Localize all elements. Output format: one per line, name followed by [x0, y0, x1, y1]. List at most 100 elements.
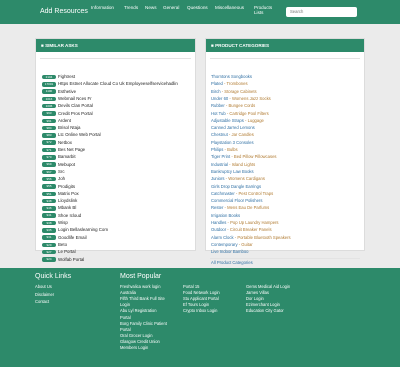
product-category-item[interactable]: Industrial - Island Lights: [211, 162, 255, 167]
product-category-item[interactable]: Hot Tub - Cartridge Pool Filters: [211, 111, 269, 116]
product-category-item[interactable]: Juniors - Womens Cardigans: [211, 176, 265, 181]
similar-ask-link[interactable]: Fightrest: [58, 74, 75, 80]
similar-ask-link[interactable]: Webmail Nces Fr: [58, 96, 92, 102]
popular-link[interactable]: Stu Applicant Portal: [183, 296, 219, 301]
category-name[interactable]: Juniors: [211, 176, 225, 181]
similar-ask-item[interactable]: 941 Shoe Icloud: [42, 213, 81, 219]
all-product-categories-link[interactable]: All Product Categories: [211, 260, 253, 265]
similar-ask-item[interactable]: 938 Wisp: [42, 220, 68, 226]
popular-link[interactable]: Freshvalica work login: [120, 284, 161, 289]
product-category-item[interactable]: Handles - Pop Up Laundry Hampers: [211, 220, 279, 225]
product-category-item[interactable]: Birch - Storage Cabinets: [211, 89, 257, 94]
footer-link-disclaimer[interactable]: Disclaimer: [35, 292, 54, 297]
category-name[interactable]: Live Indoor Bamboo: [211, 249, 248, 254]
category-name[interactable]: Bankruptcy Law Books: [211, 169, 254, 174]
category-subtype[interactable]: Womens Cardigans: [228, 176, 265, 181]
similar-ask-link[interactable]: Bamarbit: [58, 154, 76, 160]
popular-link[interactable]: Ef Tours Login: [183, 302, 209, 307]
category-name[interactable]: Outdoor: [211, 227, 226, 232]
similar-ask-item[interactable]: 956 Joh: [42, 176, 65, 182]
product-category-item[interactable]: Under 60 - Womens Jazz Socks: [211, 96, 271, 101]
product-category-item[interactable]: Irrigation Books: [211, 213, 240, 218]
similar-ask-link[interactable]: Beto: [58, 242, 67, 248]
category-subtype[interactable]: Mens Eau De Parfums: [227, 205, 269, 210]
similar-ask-item[interactable]: 931 Goodlife Email: [42, 235, 87, 241]
similar-ask-link[interactable]: Wolfab Portal: [58, 257, 84, 263]
category-name[interactable]: Hot Tub: [211, 111, 226, 116]
product-category-item[interactable]: Rubber - Bungee Cords: [211, 103, 255, 108]
similar-ask-item[interactable]: 2104 Fightrest: [42, 74, 75, 80]
similar-ask-item[interactable]: 927 Le Portal: [42, 249, 76, 255]
category-subtype[interactable]: Pop Up Laundry Hampers: [230, 220, 278, 225]
similar-ask-link[interactable]: Lloydslink: [58, 198, 77, 204]
similar-ask-link[interactable]: Goodlife Email: [58, 235, 87, 241]
similar-ask-item[interactable]: 946 Mbank Bl: [42, 205, 76, 211]
similar-ask-item[interactable]: 984 Brisol Ntaja: [42, 125, 80, 131]
similar-ask-item[interactable]: 972 Netbox: [42, 140, 72, 146]
category-subtype[interactable]: Trombones: [227, 81, 248, 86]
popular-link[interactable]: Portal: [120, 327, 131, 332]
similar-ask-link[interactable]: Bes Net Page: [58, 147, 85, 153]
category-name[interactable]: Rester: [211, 205, 223, 210]
product-category-item[interactable]: Outdoor - Circuit Breaker Panels: [211, 227, 272, 232]
similar-ask-item[interactable]: 1006 Devils Clan Portal: [42, 103, 93, 109]
category-name[interactable]: Alarm Clock: [211, 235, 234, 240]
similar-ask-link[interactable]: Credit Pros Portal: [58, 111, 93, 117]
all-categories-row[interactable]: All Product Categories: [211, 260, 253, 265]
category-name[interactable]: Birch: [211, 89, 221, 94]
similar-ask-item[interactable]: 948 Lloydslink: [42, 198, 77, 204]
product-category-item[interactable]: Chestnut - Jar Candles: [211, 132, 254, 137]
similar-ask-item[interactable]: 1100 Esthetive: [42, 89, 76, 95]
similar-ask-item[interactable]: 971 Bes Net Page: [42, 147, 85, 153]
product-category-item[interactable]: Adjustable Straps - Luggage: [211, 118, 264, 123]
product-category-item[interactable]: Rester - Mens Eau De Parfums: [211, 205, 269, 210]
nav-news[interactable]: News: [145, 5, 157, 10]
footer-link-contact[interactable]: Contact: [35, 299, 49, 304]
popular-link[interactable]: Borg Family Clinic Patient: [120, 321, 167, 326]
category-name[interactable]: Adjustable Straps: [211, 118, 244, 123]
category-name[interactable]: Rubber: [211, 103, 225, 108]
category-subtype[interactable]: Portable Bluetooth Speakers: [237, 235, 290, 240]
product-category-item[interactable]: Live Indoor Bamboo: [211, 249, 248, 254]
category-subtype[interactable]: Womens Jazz Socks: [232, 96, 271, 101]
similar-ask-link[interactable]: Mebupot: [58, 162, 75, 168]
nav-general[interactable]: General: [163, 5, 179, 10]
popular-link[interactable]: Oral Grocer Login: [120, 333, 153, 338]
product-category-item[interactable]: Alarm Clock - Portable Bluetooth Speaker…: [211, 235, 291, 240]
similar-ask-item[interactable]: 983 Ltc Online Web Portal: [42, 132, 101, 138]
category-subtype[interactable]: Island Lights: [232, 162, 256, 167]
category-name[interactable]: Under 60: [211, 96, 228, 101]
category-subtype[interactable]: Cartridge Pool Filters: [229, 111, 268, 116]
popular-link[interactable]: Education City Gator: [246, 308, 284, 313]
similar-ask-link[interactable]: Brisol Ntaja: [58, 125, 80, 131]
similar-ask-link[interactable]: Esthetive: [58, 89, 76, 95]
similar-ask-link[interactable]: Wisp: [58, 220, 68, 226]
similar-ask-item[interactable]: 929 Beto: [42, 242, 67, 248]
nav-products-lists[interactable]: Products Lists: [254, 5, 280, 15]
product-category-item[interactable]: Tiger Print - Bed Pillow Pillowcases: [211, 154, 277, 159]
popular-link[interactable]: Members Login: [120, 345, 148, 350]
popular-link[interactable]: Glasgow Credit Union: [120, 339, 160, 344]
category-name[interactable]: Playstation 3 Consoles: [211, 140, 254, 145]
category-name[interactable]: Philips: [211, 147, 223, 152]
nav-miscellaneous[interactable]: Miscellaneous: [215, 5, 244, 10]
popular-link[interactable]: Ezimerchant Login: [246, 302, 280, 307]
popular-link[interactable]: Login: [120, 302, 130, 307]
nav-questions[interactable]: Questions: [187, 5, 208, 10]
similar-ask-link[interactable]: Login Bellaslearning Com: [58, 227, 108, 233]
category-subtype[interactable]: Guitar: [241, 242, 252, 247]
similar-ask-item[interactable]: 967 Src: [42, 169, 65, 175]
popular-link[interactable]: Gems Medical Aid Login: [246, 284, 290, 289]
similar-ask-item[interactable]: 993 Credit Pros Portal: [42, 111, 93, 117]
similar-ask-item[interactable]: 955 Prodigits: [42, 184, 75, 190]
similar-ask-link[interactable]: Netbox: [58, 140, 72, 146]
similar-ask-item[interactable]: 991 Ardent: [42, 118, 71, 124]
category-subtype[interactable]: Pest Control Traps: [238, 191, 273, 196]
similar-ask-item[interactable]: 969 Mebupot: [42, 162, 75, 168]
category-name[interactable]: Chestnut: [211, 132, 228, 137]
category-name[interactable]: Plated: [211, 81, 223, 86]
category-name[interactable]: Contemporary: [211, 242, 238, 247]
similar-ask-link[interactable]: Ardent: [58, 118, 71, 124]
popular-link[interactable]: Abu Lyl Registration: [120, 308, 156, 313]
similar-ask-link[interactable]: Ltc Online Web Portal: [58, 132, 101, 138]
